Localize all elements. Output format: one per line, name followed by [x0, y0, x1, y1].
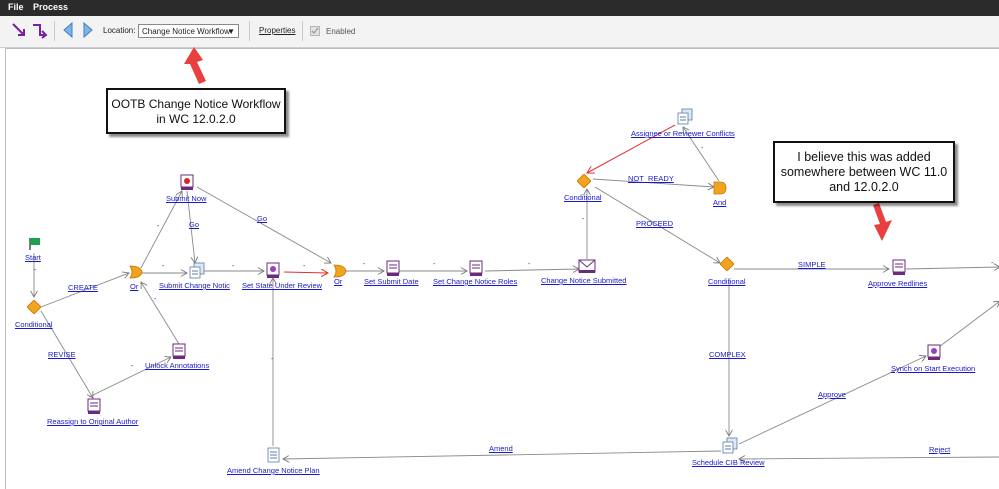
- annotation-arrows: [184, 47, 892, 241]
- callout-added: I believe this was added somewhere betwe…: [773, 141, 955, 203]
- callout-ootb: OOTB Change Notice Workflow in WC 12.0.2…: [106, 88, 286, 134]
